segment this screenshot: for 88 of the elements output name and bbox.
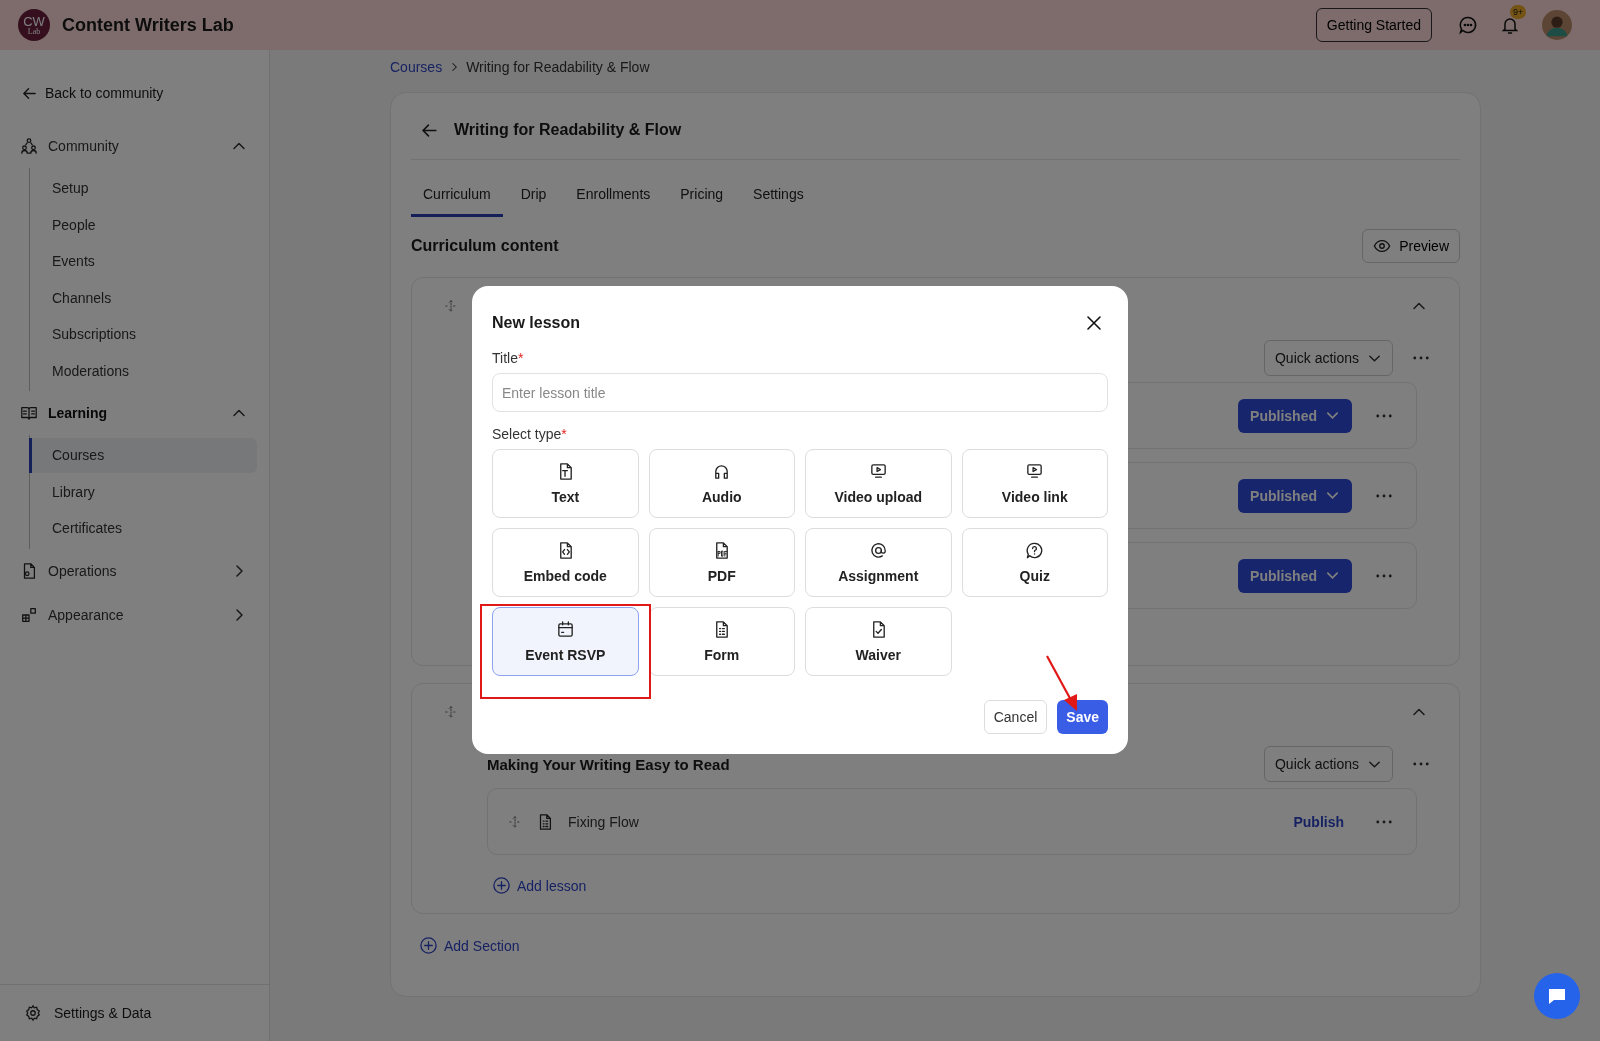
chat-bubble-icon[interactable] bbox=[1458, 15, 1478, 35]
drag-handle-icon[interactable] bbox=[444, 705, 458, 719]
lesson-type-option[interactable]: Audio bbox=[648, 449, 795, 518]
breadcrumb-link[interactable]: Courses bbox=[390, 59, 443, 75]
lesson-type-option[interactable]: Embed code bbox=[492, 528, 639, 597]
settings-link[interactable]: Settings & Data bbox=[0, 984, 269, 1041]
sidebar-item[interactable]: Courses bbox=[28, 438, 257, 473]
more-options-icon[interactable] bbox=[1376, 573, 1392, 578]
status-dropdown[interactable]: Published bbox=[1238, 398, 1352, 433]
lesson-type-option[interactable]: Quiz bbox=[961, 528, 1108, 597]
plus-circle-icon bbox=[492, 876, 511, 895]
section-heading: Curriculum content bbox=[411, 237, 559, 255]
question-bubble-icon bbox=[1025, 541, 1045, 560]
at-sign-icon bbox=[868, 541, 888, 560]
lesson-type-option[interactable]: Form bbox=[648, 607, 795, 676]
sidebar-group[interactable]: Appearance bbox=[0, 596, 269, 633]
group-label: Community bbox=[48, 138, 120, 154]
quick-actions-dropdown[interactable]: Quick actions bbox=[1263, 746, 1393, 782]
avatar[interactable] bbox=[1542, 10, 1572, 40]
lesson-type-option[interactable]: Video link bbox=[961, 449, 1108, 518]
back-link[interactable]: Back to community bbox=[0, 82, 186, 104]
drag-handle-icon[interactable] bbox=[508, 814, 522, 829]
group-label: Appearance bbox=[48, 606, 125, 623]
title-input-field[interactable]: Enter lesson title bbox=[492, 373, 1108, 412]
getting-started-button[interactable]: Getting Started bbox=[1315, 8, 1432, 42]
book-icon bbox=[20, 404, 38, 422]
cancel-button[interactable]: Cancel bbox=[983, 700, 1048, 734]
save-button[interactable]: Save bbox=[1057, 700, 1108, 734]
sidebar-item[interactable]: Library bbox=[30, 474, 257, 509]
sidebar-group[interactable]: Operations bbox=[0, 552, 269, 589]
breadcrumb-current: Writing for Readability & Flow bbox=[466, 59, 650, 75]
notification-count: 9+ bbox=[1510, 5, 1527, 19]
sidebar-item[interactable]: Events bbox=[30, 244, 257, 279]
drag-handle-icon[interactable] bbox=[444, 299, 458, 313]
more-options-icon[interactable] bbox=[1413, 356, 1429, 360]
settings-icon bbox=[24, 1004, 42, 1022]
sidebar-item[interactable]: Certificates bbox=[30, 511, 257, 546]
group-label: Learning bbox=[48, 405, 109, 421]
course-title: Writing for Readability & Flow bbox=[454, 121, 682, 139]
close-icon[interactable] bbox=[1086, 315, 1102, 331]
tab[interactable]: Pricing bbox=[668, 172, 736, 217]
field-label: Select type* bbox=[492, 426, 567, 442]
video-screen-icon bbox=[1025, 462, 1045, 481]
lesson-type-option[interactable]: Video upload bbox=[805, 449, 952, 518]
lesson-title: Fixing Flow bbox=[568, 813, 639, 830]
lesson-type-option[interactable]: Event RSVP bbox=[492, 607, 639, 676]
notification-bell-icon[interactable] bbox=[1500, 15, 1520, 35]
calendar-icon bbox=[555, 620, 575, 639]
lesson-type-option[interactable]: PDF bbox=[648, 528, 795, 597]
section-title: Making Your Writing Easy to Read bbox=[487, 755, 730, 773]
people-icon bbox=[20, 137, 38, 155]
sidebar-item[interactable]: Moderations bbox=[30, 353, 257, 388]
plus-circle-icon bbox=[419, 936, 438, 955]
add-section-link[interactable]: Add Section bbox=[419, 936, 520, 955]
preview-button[interactable]: Preview bbox=[1362, 229, 1460, 263]
quick-actions-dropdown[interactable]: Quick actions bbox=[1263, 340, 1393, 376]
chat-button[interactable] bbox=[1534, 973, 1580, 1019]
field-label: Title* bbox=[492, 350, 524, 366]
sidebar-item[interactable]: Subscriptions bbox=[30, 317, 257, 352]
more-options-icon[interactable] bbox=[1376, 819, 1392, 824]
status-dropdown[interactable]: Published bbox=[1238, 478, 1352, 513]
layout-blocks-icon bbox=[20, 605, 38, 624]
sidebar-group[interactable]: Learning bbox=[0, 395, 269, 431]
community-logo[interactable]: CW Lab bbox=[18, 9, 50, 41]
community-name: Content Writers Lab bbox=[62, 14, 234, 36]
video-screen-icon bbox=[868, 462, 888, 481]
sidebar-item[interactable]: People bbox=[30, 207, 257, 242]
tab[interactable]: Settings bbox=[741, 172, 816, 217]
group-label: Operations bbox=[48, 562, 118, 579]
sidebar-item[interactable]: Setup bbox=[30, 171, 257, 206]
publish-link[interactable]: Publish bbox=[1293, 813, 1344, 830]
lesson-type-option[interactable]: Assignment bbox=[805, 528, 952, 597]
more-options-icon[interactable] bbox=[1413, 762, 1429, 766]
back-arrow-icon[interactable] bbox=[421, 121, 438, 139]
add-lesson-link[interactable]: Add lesson bbox=[492, 876, 587, 895]
tab[interactable]: Enrollments bbox=[564, 172, 663, 217]
more-options-icon[interactable] bbox=[1376, 493, 1392, 498]
lesson-type-option[interactable]: Waiver bbox=[805, 607, 952, 676]
tab[interactable]: Drip bbox=[508, 172, 559, 217]
status-dropdown[interactable]: Published bbox=[1238, 558, 1352, 593]
more-options-icon[interactable] bbox=[1376, 413, 1392, 418]
lesson-type-option[interactable]: Text bbox=[492, 449, 639, 518]
eye-icon bbox=[1373, 237, 1392, 255]
sidebar-item[interactable]: Channels bbox=[30, 280, 257, 315]
tab[interactable]: Curriculum bbox=[411, 172, 503, 217]
back-arrow-icon bbox=[22, 85, 37, 101]
dialog-title: New lesson bbox=[492, 314, 581, 332]
sidebar-group[interactable]: Community bbox=[0, 128, 269, 164]
